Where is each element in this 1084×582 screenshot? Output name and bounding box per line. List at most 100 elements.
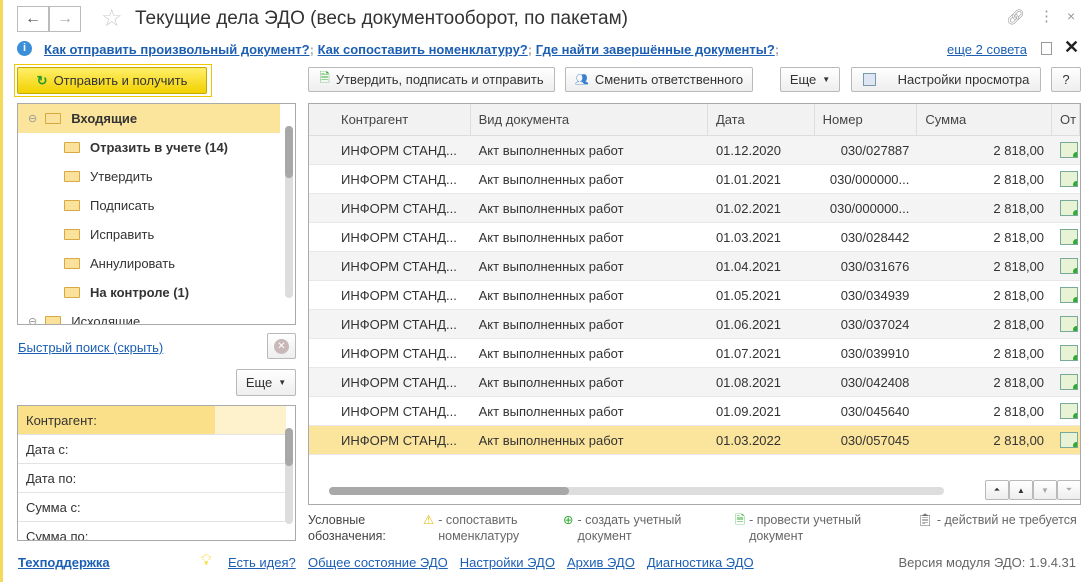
table-row[interactable]: ИНФОРМ СТАНД... Акт выполненных работ 01.1… — [309, 136, 1080, 165]
collapse-icon[interactable]: ⊖ — [28, 112, 37, 125]
filter-row[interactable]: Сумма по: — [18, 522, 286, 541]
tree-item[interactable]: Утвердить — [18, 162, 295, 191]
forward-button[interactable]: → — [49, 6, 81, 32]
table-cell: 2 818,00 — [993, 258, 1045, 274]
support-link[interactable]: Техподдержка — [18, 555, 110, 570]
post-document-icon — [1060, 287, 1079, 303]
table-cell: 030/037024 — [840, 316, 910, 332]
close-tips-icon[interactable]: ✕ — [1064, 37, 1079, 58]
tree-item[interactable]: Исправить — [18, 220, 295, 249]
table-cell: 01.06.2021 — [715, 316, 782, 332]
send-receive-button[interactable]: ↻ Отправить и получить — [17, 67, 207, 94]
table-cell: 030/000000... — [829, 171, 910, 187]
table-cell: Акт выполненных работ — [478, 287, 624, 303]
last-page-button[interactable]: ⏷ — [1057, 480, 1080, 500]
view-settings-button[interactable]: Настройки просмотра — [851, 67, 1041, 92]
table-row[interactable]: ИНФОРМ СТАНД... Акт выполненных работ 01.0… — [309, 368, 1080, 397]
table-cell: 01.03.2022 — [715, 432, 782, 448]
folder-tree[interactable]: ⊖ Входящие Отразить в учете (14) Утвердить П… — [17, 103, 296, 325]
column-header[interactable]: Дата — [708, 104, 815, 135]
column-header[interactable]: От — [1052, 104, 1080, 135]
table-row[interactable]: ИНФОРМ СТАНД... Акт выполненных работ 01.0… — [309, 426, 1080, 455]
table-cell: 01.02.2021 — [715, 200, 782, 216]
table-row[interactable]: ИНФОРМ СТАНД... Акт выполненных работ 01.0… — [309, 194, 1080, 223]
approve-sign-send-button[interactable]: 🗎 Утвердить, подписать и отправить — [308, 67, 555, 92]
tip-link[interactable]: Где найти завершённые документы? — [536, 42, 775, 57]
idea-link[interactable]: Есть идея? — [228, 555, 296, 570]
users-icon: 👥︎ — [574, 74, 589, 86]
filter-scrollbar[interactable] — [285, 428, 293, 524]
collapse-icon[interactable]: ⊖ — [28, 315, 37, 324]
table-cell: ИНФОРМ СТАНД... — [341, 316, 457, 332]
document-arrow-icon: 🗎 — [319, 69, 330, 85]
prev-page-button[interactable]: ▲ — [1009, 480, 1033, 500]
table-cell: 01.05.2021 — [715, 287, 782, 303]
table-row[interactable]: ИНФОРМ СТАНД... Акт выполненных работ 01.0… — [309, 223, 1080, 252]
table-cell: Акт выполненных работ — [478, 171, 624, 187]
star-icon[interactable]: ☆ — [101, 4, 123, 33]
tree-item[interactable]: Отразить в учете (14) — [18, 133, 295, 162]
table-cell: ИНФОРМ СТАНД... — [341, 345, 457, 361]
tree-item[interactable]: ⊖ Исходящие — [18, 307, 295, 325]
filter-more-button[interactable]: Еще ▼ — [236, 369, 296, 396]
first-page-button[interactable]: ⏶ — [985, 480, 1009, 500]
change-responsible-button[interactable]: 👥︎ Сменить ответственного — [565, 67, 753, 92]
back-button[interactable]: ← — [17, 6, 49, 32]
legend-title: Условные обозначения: — [308, 513, 386, 543]
warning-icon: ⚠ — [423, 513, 435, 527]
post-document-icon — [1060, 403, 1079, 419]
column-header[interactable]: Вид документа — [471, 104, 708, 135]
more-vert-icon[interactable]: ⋮ — [1039, 7, 1054, 25]
table-cell: 2 818,00 — [993, 229, 1045, 245]
tree-item[interactable]: На контроле (1) — [18, 278, 295, 307]
close-icon[interactable]: × — [1067, 8, 1075, 24]
filter-row[interactable]: Дата по: — [18, 464, 286, 493]
column-header[interactable]: Сумма — [917, 104, 1053, 135]
tree-item[interactable]: Подписать — [18, 191, 295, 220]
tree-scrollbar[interactable] — [285, 126, 293, 298]
lightbulb-icon: 💡︎ — [201, 552, 212, 569]
table-row[interactable]: ИНФОРМ СТАНД... Акт выполненных работ 01.0… — [309, 165, 1080, 194]
filter-row[interactable]: Дата с: — [18, 435, 286, 464]
status-cell — [1052, 374, 1080, 390]
tree-item[interactable]: Аннулировать — [18, 249, 295, 278]
table-row[interactable]: ИНФОРМ СТАНД... Акт выполненных работ 01.0… — [309, 281, 1080, 310]
table-cell: 2 818,00 — [993, 316, 1045, 332]
more-button[interactable]: Еще ▼ — [780, 67, 840, 92]
filter-row[interactable]: Контрагент: — [18, 406, 286, 435]
folder-icon — [45, 316, 62, 324]
table-cell: 030/031676 — [840, 258, 910, 274]
settings-icon — [862, 73, 876, 86]
table-cell: Акт выполненных работ — [478, 374, 624, 390]
table-row[interactable]: ИНФОРМ СТАНД... Акт выполненных работ 01.0… — [309, 339, 1080, 368]
status-cell — [1052, 142, 1080, 158]
next-page-button[interactable]: ▼ — [1033, 480, 1057, 500]
quick-search-toggle[interactable]: Быстрый поиск (скрыть) — [18, 340, 163, 355]
edo-status-link[interactable]: Общее состояние ЭДО — [308, 555, 448, 570]
status-cell — [1052, 258, 1080, 274]
grid-nav: ⏶ ▲ ▼ ⏷ — [985, 480, 1080, 500]
table-row[interactable]: ИНФОРМ СТАНД... Акт выполненных работ 01.0… — [309, 310, 1080, 339]
tree-item-label: Исходящие — [71, 314, 141, 325]
filter-label: Контрагент: — [26, 412, 97, 428]
clear-search-button[interactable]: ✕ — [267, 333, 296, 359]
table-cell: Акт выполненных работ — [478, 345, 624, 361]
filter-row[interactable]: Сумма с: — [18, 493, 286, 522]
edo-settings-link[interactable]: Настройки ЭДО — [460, 555, 555, 570]
horizontal-scrollbar[interactable] — [329, 487, 944, 495]
tip-link[interactable]: Как сопоставить номенклатуру? — [318, 42, 528, 57]
refresh-icon: ↻ — [36, 72, 48, 88]
edo-diagnostics-link[interactable]: Диагностика ЭДО — [647, 555, 754, 570]
column-header[interactable]: Номер — [815, 104, 918, 135]
table-row[interactable]: ИНФОРМ СТАНД... Акт выполненных работ 01.0… — [309, 397, 1080, 426]
more-tips-link[interactable]: еще 2 совета — [947, 42, 1027, 57]
help-button[interactable]: ? — [1051, 67, 1081, 92]
link-icon[interactable]: 🔗︎ — [1006, 8, 1025, 26]
column-header[interactable]: Контрагент — [309, 104, 471, 135]
table-row[interactable]: ИНФОРМ СТАНД... Акт выполненных работ 01.0… — [309, 252, 1080, 281]
list-icon[interactable] — [1041, 42, 1052, 55]
tree-item[interactable]: ⊖ Входящие — [18, 104, 280, 133]
tip-link[interactable]: Как отправить произвольный документ? — [44, 42, 310, 57]
edo-archive-link[interactable]: Архив ЭДО — [567, 555, 635, 570]
post-document-icon: 🗎 — [735, 513, 746, 527]
